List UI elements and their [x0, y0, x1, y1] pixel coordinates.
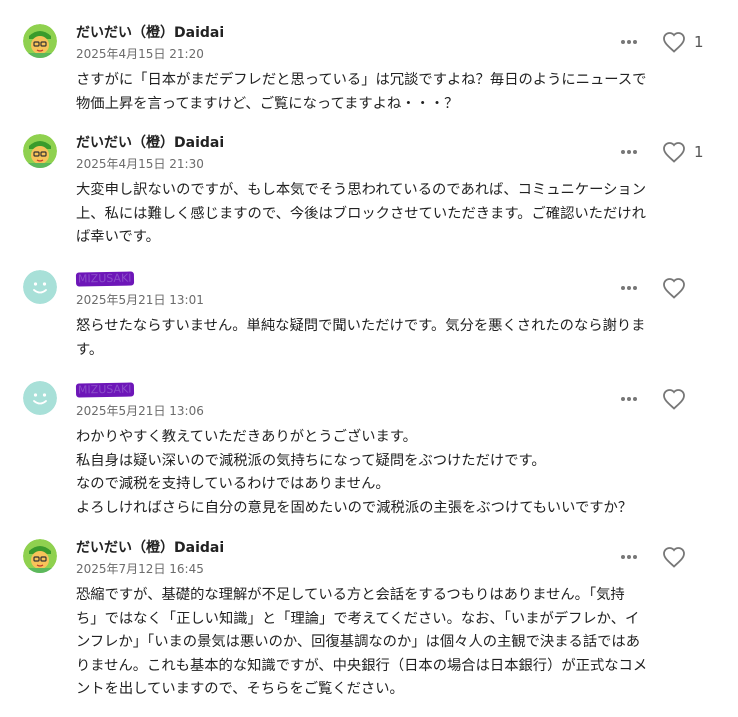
daidai-avatar-icon [23, 539, 57, 573]
more-dots-icon [621, 40, 637, 44]
like-button[interactable] [660, 386, 688, 412]
comment-line: 上、私には難しく感じますので、今後はブロックさせていただきます。ご確認いただけれ [76, 205, 646, 222]
daidai-avatar-icon [23, 24, 57, 58]
more-dots-icon [621, 286, 637, 290]
comment-date[interactable]: 2025年5月21日 13:01 [76, 292, 204, 308]
comment-author[interactable]: だいだい（橙）Daidai [76, 134, 224, 152]
comment-body: 怒らせたならすいません。単純な疑問で聞いただけです。気分を悪くされたのなら謝りま… [76, 315, 696, 362]
comment-line: 私自身は疑い深いので減税派の気持ちになって疑問をぶつけただけです。 [76, 452, 546, 469]
default-avatar-icon [23, 381, 57, 415]
default-avatar-icon [23, 270, 57, 304]
comment-line: よろしければさらに自分の意見を固めたいので減税派の主張をぶつけてもいいですか？ [76, 499, 633, 516]
more-dots-icon [621, 150, 637, 154]
comment-body: わかりやすく教えていただきありがとうございます。 私自身は疑い深いので減税派の気… [76, 426, 696, 520]
more-options-button[interactable] [616, 32, 642, 52]
avatar[interactable] [23, 539, 57, 573]
heart-icon [663, 142, 685, 163]
comment-author-redacted[interactable]: MIZUSAKI [75, 382, 134, 398]
comment-date[interactable]: 2025年4月15日 21:30 [76, 156, 204, 172]
comment-line: ントを出していますので、そちらをご覧ください。 [76, 681, 404, 697]
avatar[interactable] [23, 24, 57, 58]
like-count: 1 [694, 33, 704, 51]
comment-line: す。 [76, 341, 104, 358]
comment-line: わかりやすく教えていただきありがとうございます。 [76, 429, 417, 445]
comment-line: りません。これも基本的な知識ですが、中央銀行（日本の場合は日本銀行）が正式なコメ [76, 657, 648, 674]
comment-date[interactable]: 2025年4月15日 21:20 [76, 46, 204, 62]
avatar[interactable] [23, 134, 57, 168]
more-options-button[interactable] [616, 278, 642, 298]
comment-body: さすがに「日本がまだデフレだと思っている」は冗談ですよね？毎日のようにニュースで… [76, 69, 696, 116]
heart-icon [663, 389, 685, 410]
comment-body: 大変申し訳ないのですが、もし本気でそう思われているのであれば、コミュニケーション… [76, 179, 696, 250]
comment-author[interactable]: だいだい（橙）Daidai [76, 24, 224, 42]
comment-date[interactable]: 2025年7月12日 16:45 [76, 561, 204, 577]
like-button[interactable] [660, 544, 688, 570]
avatar[interactable] [23, 381, 57, 415]
like-button[interactable] [660, 139, 688, 165]
like-button[interactable] [660, 275, 688, 301]
daidai-avatar-icon [23, 134, 57, 168]
heart-icon [663, 32, 685, 53]
heart-icon [663, 278, 685, 299]
comment-line: 物価上昇を言ってますけど、ご覧になってますよね・・・？ [76, 95, 459, 112]
comment-date[interactable]: 2025年5月21日 13:06 [76, 403, 204, 419]
comment-line: 恐縮ですが、基礎的な理解が不足している方と会話をするつもりはありません。「気持 [76, 587, 625, 603]
comment-author-redacted[interactable]: MIZUSAKI [75, 271, 134, 287]
heart-icon [663, 547, 685, 568]
comment-line: ち」ではなく「正しい知識」と「理論」で考えてください。なお、「いまがデフレか、イ [76, 610, 640, 627]
like-button[interactable] [660, 29, 688, 55]
comment-line: 怒らせたならすいません。単純な疑問で聞いただけです。気分を悪くされたのなら謝りま [76, 318, 646, 334]
comment-body: 恐縮ですが、基礎的な理解が不足している方と会話をするつもりはありません。「気持 … [76, 584, 696, 702]
comment-line: ンフレか」「いまの景気は悪いのか、回復基調なのか」は個々人の主観で決まる話ではあ [76, 634, 641, 650]
like-count: 1 [694, 143, 704, 161]
avatar[interactable] [23, 270, 57, 304]
comment-line: ば幸いです。 [76, 229, 160, 245]
comment-line: 大変申し訳ないのですが、もし本気でそう思われているのであれば、コミュニケーション [76, 182, 647, 198]
more-dots-icon [621, 555, 637, 559]
comment-author[interactable]: だいだい（橙）Daidai [76, 539, 224, 557]
more-options-button[interactable] [616, 547, 642, 567]
more-options-button[interactable] [616, 142, 642, 162]
more-dots-icon [621, 397, 637, 401]
comment-line: さすがに「日本がまだデフレだと思っている」は冗談ですよね？毎日のようにニュースで [76, 72, 647, 88]
comment-line: なので減税を支持しているわけではありません。 [76, 476, 390, 492]
more-options-button[interactable] [616, 389, 642, 409]
